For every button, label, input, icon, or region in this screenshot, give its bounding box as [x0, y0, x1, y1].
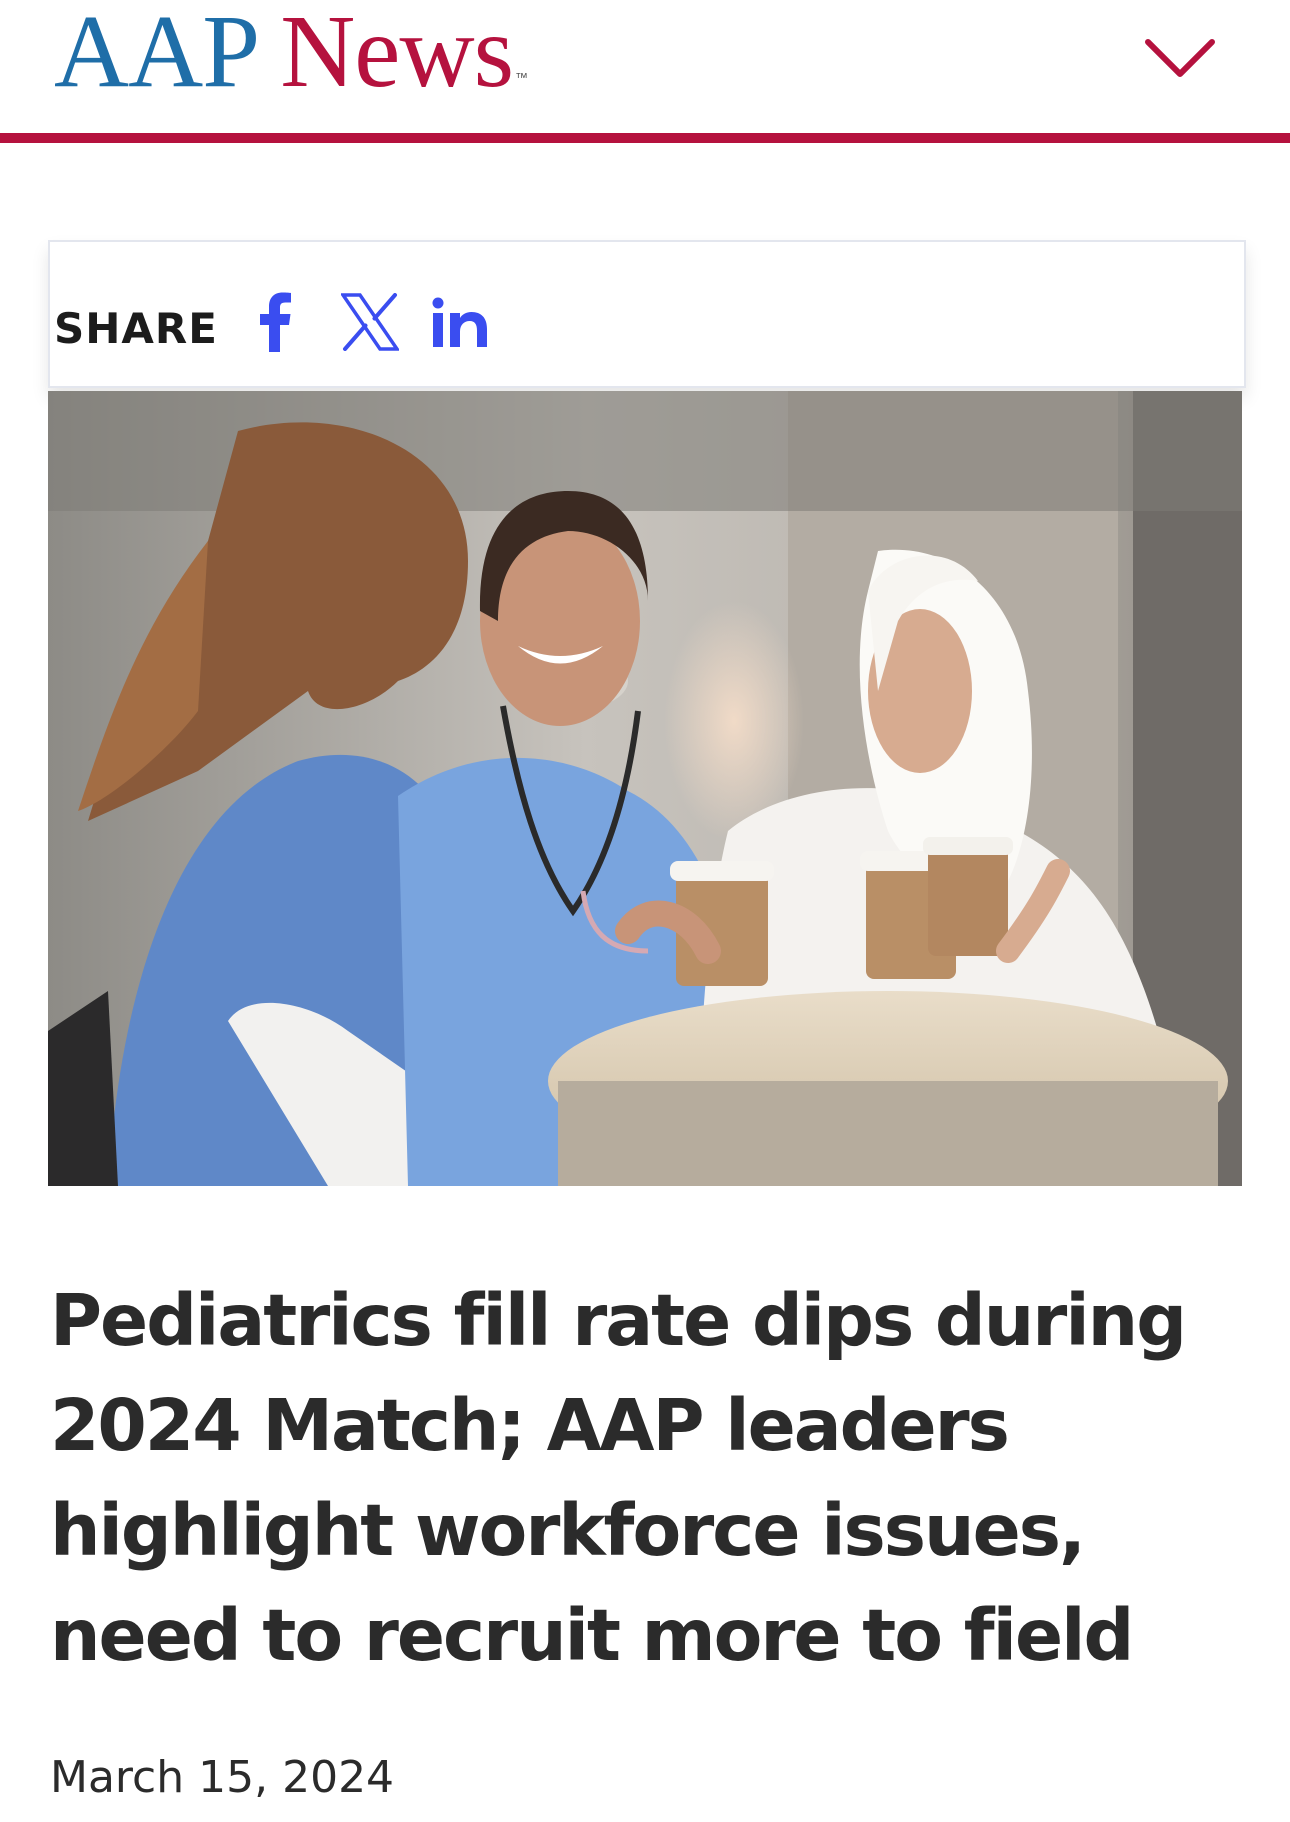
article-headline: Pediatrics fill rate dips during 2024 Ma… [50, 1279, 1187, 1677]
site-header: AAP News ™ [0, 0, 1290, 143]
share-facebook-button[interactable] [234, 282, 314, 362]
menu-toggle-button[interactable] [1140, 18, 1220, 98]
share-bar: SHARE [48, 240, 1246, 388]
facebook-icon [260, 292, 291, 352]
logo-trademark: ™ [515, 70, 528, 85]
x-icon [341, 293, 399, 351]
logo-news-text: News [280, 0, 514, 109]
share-label: SHARE [54, 304, 218, 353]
aap-news-logo[interactable]: AAP News ™ [54, 0, 528, 104]
article-hero-image [48, 391, 1242, 1186]
article-date: March 15, 2024 [50, 1752, 395, 1803]
logo-aap-text: AAP [54, 0, 256, 109]
chevron-down-icon [1145, 39, 1215, 77]
linkedin-icon [432, 297, 487, 347]
share-linkedin-button[interactable] [410, 282, 510, 362]
share-x-button[interactable] [320, 282, 420, 362]
hero-photo-illustration [48, 391, 1242, 1186]
